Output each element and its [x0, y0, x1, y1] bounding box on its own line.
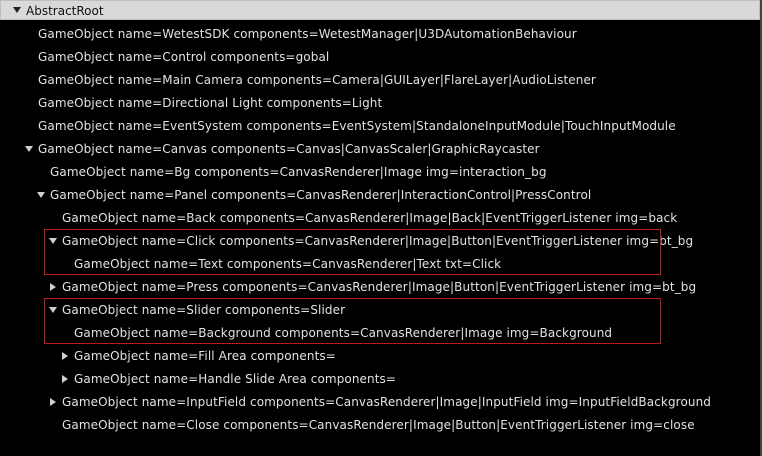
expand-toggle-icon[interactable]	[62, 375, 68, 383]
tree-node-canvas[interactable]: GameObject name=Canvas components=Canvas…	[0, 138, 760, 160]
tree-node-slider[interactable]: GameObject name=Slider components=Slider	[0, 299, 760, 321]
expand-toggle-icon[interactable]	[62, 352, 68, 360]
tree-node-label: GameObject name=EventSystem components=E…	[38, 119, 676, 133]
tree-node-label: GameObject name=InputField components=Ca…	[62, 395, 712, 409]
tree-node-label: GameObject name=Fill Area components=	[74, 349, 336, 363]
tree-node-press[interactable]: GameObject name=Press components=CanvasR…	[0, 276, 760, 298]
hierarchy-window: AbstractRoot GameObject name=WetestSDK c…	[0, 0, 762, 456]
tree-node-inputfield[interactable]: GameObject name=InputField components=Ca…	[0, 391, 760, 413]
tree-node-handle-slide-area[interactable]: GameObject name=Handle Slide Area compon…	[0, 368, 760, 390]
expand-toggle-icon[interactable]	[50, 283, 56, 291]
tree-node-label: GameObject name=Bg components=CanvasRend…	[50, 165, 547, 179]
tree-node-label: GameObject name=Handle Slide Area compon…	[74, 372, 397, 386]
tree-node-wetestsdk[interactable]: GameObject name=WetestSDK components=Wet…	[0, 23, 760, 45]
tree-node-eventsystem[interactable]: GameObject name=EventSystem components=E…	[0, 115, 760, 137]
tree-node-back[interactable]: GameObject name=Back components=CanvasRe…	[0, 207, 760, 229]
tree-node-label: GameObject name=Press components=CanvasR…	[62, 280, 697, 294]
tree-node-directional-light[interactable]: GameObject name=Directional Light compon…	[0, 92, 760, 114]
tree-node-label: GameObject name=Main Camera components=C…	[38, 73, 596, 87]
tree-node-label: GameObject name=Canvas components=Canvas…	[38, 142, 540, 156]
tree-node-label: GameObject name=WetestSDK components=Wet…	[38, 27, 577, 41]
tree-node-label: GameObject name=Panel components=CanvasR…	[50, 188, 592, 202]
tree-root-header[interactable]: AbstractRoot	[0, 0, 760, 20]
expand-toggle-icon[interactable]	[50, 398, 56, 406]
tree-node-label: GameObject name=Click components=CanvasR…	[62, 234, 694, 248]
tree-node-label: GameObject name=Text components=CanvasRe…	[74, 257, 502, 271]
tree-node-panel[interactable]: GameObject name=Panel components=CanvasR…	[0, 184, 760, 206]
tree-node-bg[interactable]: GameObject name=Bg components=CanvasRend…	[0, 161, 760, 183]
expand-toggle-icon[interactable]	[37, 192, 45, 198]
tree-root-label: AbstractRoot	[26, 4, 104, 18]
tree-node-click[interactable]: GameObject name=Click components=CanvasR…	[0, 230, 760, 252]
tree-node-label: GameObject name=Back components=CanvasRe…	[62, 211, 678, 225]
tree-node-label: GameObject name=Directional Light compon…	[38, 96, 383, 110]
tree-node-close[interactable]: GameObject name=Close components=CanvasR…	[0, 414, 760, 436]
tree-node-text[interactable]: GameObject name=Text components=CanvasRe…	[0, 253, 760, 275]
tree-node-control[interactable]: GameObject name=Control components=gobal	[0, 46, 760, 68]
tree-node-label: GameObject name=Slider components=Slider	[62, 303, 346, 317]
tree-node-fill-area[interactable]: GameObject name=Fill Area components=	[0, 345, 760, 367]
expand-toggle-icon[interactable]	[49, 238, 57, 244]
tree-node-main-camera[interactable]: GameObject name=Main Camera components=C…	[0, 69, 760, 91]
expand-toggle-icon[interactable]	[49, 307, 57, 313]
tree-node-background[interactable]: GameObject name=Background components=Ca…	[0, 322, 760, 344]
hierarchy-tree: GameObject name=WetestSDK components=Wet…	[0, 20, 760, 456]
expand-toggle-icon[interactable]	[25, 146, 33, 152]
tree-node-label: GameObject name=Background components=Ca…	[74, 326, 613, 340]
collapse-caret-icon[interactable]	[13, 7, 21, 13]
tree-node-label: GameObject name=Control components=gobal	[38, 50, 330, 64]
tree-node-label: GameObject name=Close components=CanvasR…	[62, 418, 695, 432]
